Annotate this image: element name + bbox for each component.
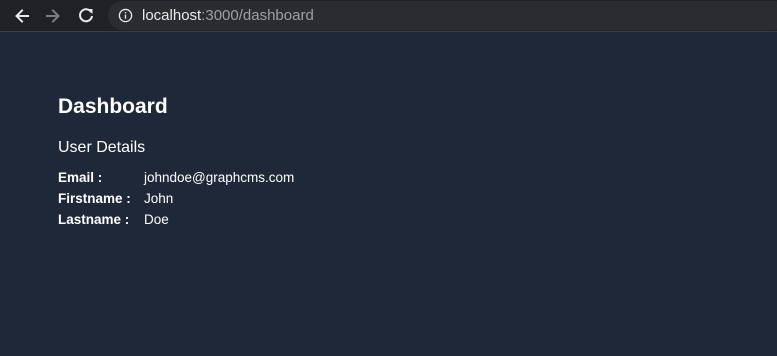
- reload-icon: [79, 8, 93, 23]
- address-bar[interactable]: localhost:3000/dashboard: [108, 1, 777, 30]
- page-title: Dashboard: [58, 95, 168, 118]
- detail-label-firstname: Firstname :: [58, 191, 131, 206]
- detail-value-email: johndoe@graphcms.com: [144, 170, 295, 185]
- section-title: User Details: [58, 139, 146, 156]
- url-path: :3000/dashboard: [201, 7, 314, 24]
- detail-value-firstname: John: [144, 191, 174, 206]
- browser-toolbar: localhost:3000/dashboard: [0, 0, 777, 32]
- page-content: Dashboard User Details Email : johndoe@g…: [0, 33, 777, 356]
- detail-value-lastname: Doe: [144, 212, 169, 227]
- url-text[interactable]: localhost:3000/dashboard: [142, 7, 314, 24]
- back-button[interactable]: [10, 4, 34, 28]
- reload-button[interactable]: [74, 4, 98, 28]
- arrow-left-icon: [15, 9, 29, 23]
- detail-label-lastname: Lastname :: [58, 212, 130, 227]
- detail-label-email: Email :: [58, 170, 103, 185]
- arrow-right-icon: [46, 9, 60, 23]
- url-host: localhost: [142, 7, 202, 24]
- info-icon[interactable]: [118, 8, 133, 23]
- forward-button[interactable]: [41, 4, 65, 28]
